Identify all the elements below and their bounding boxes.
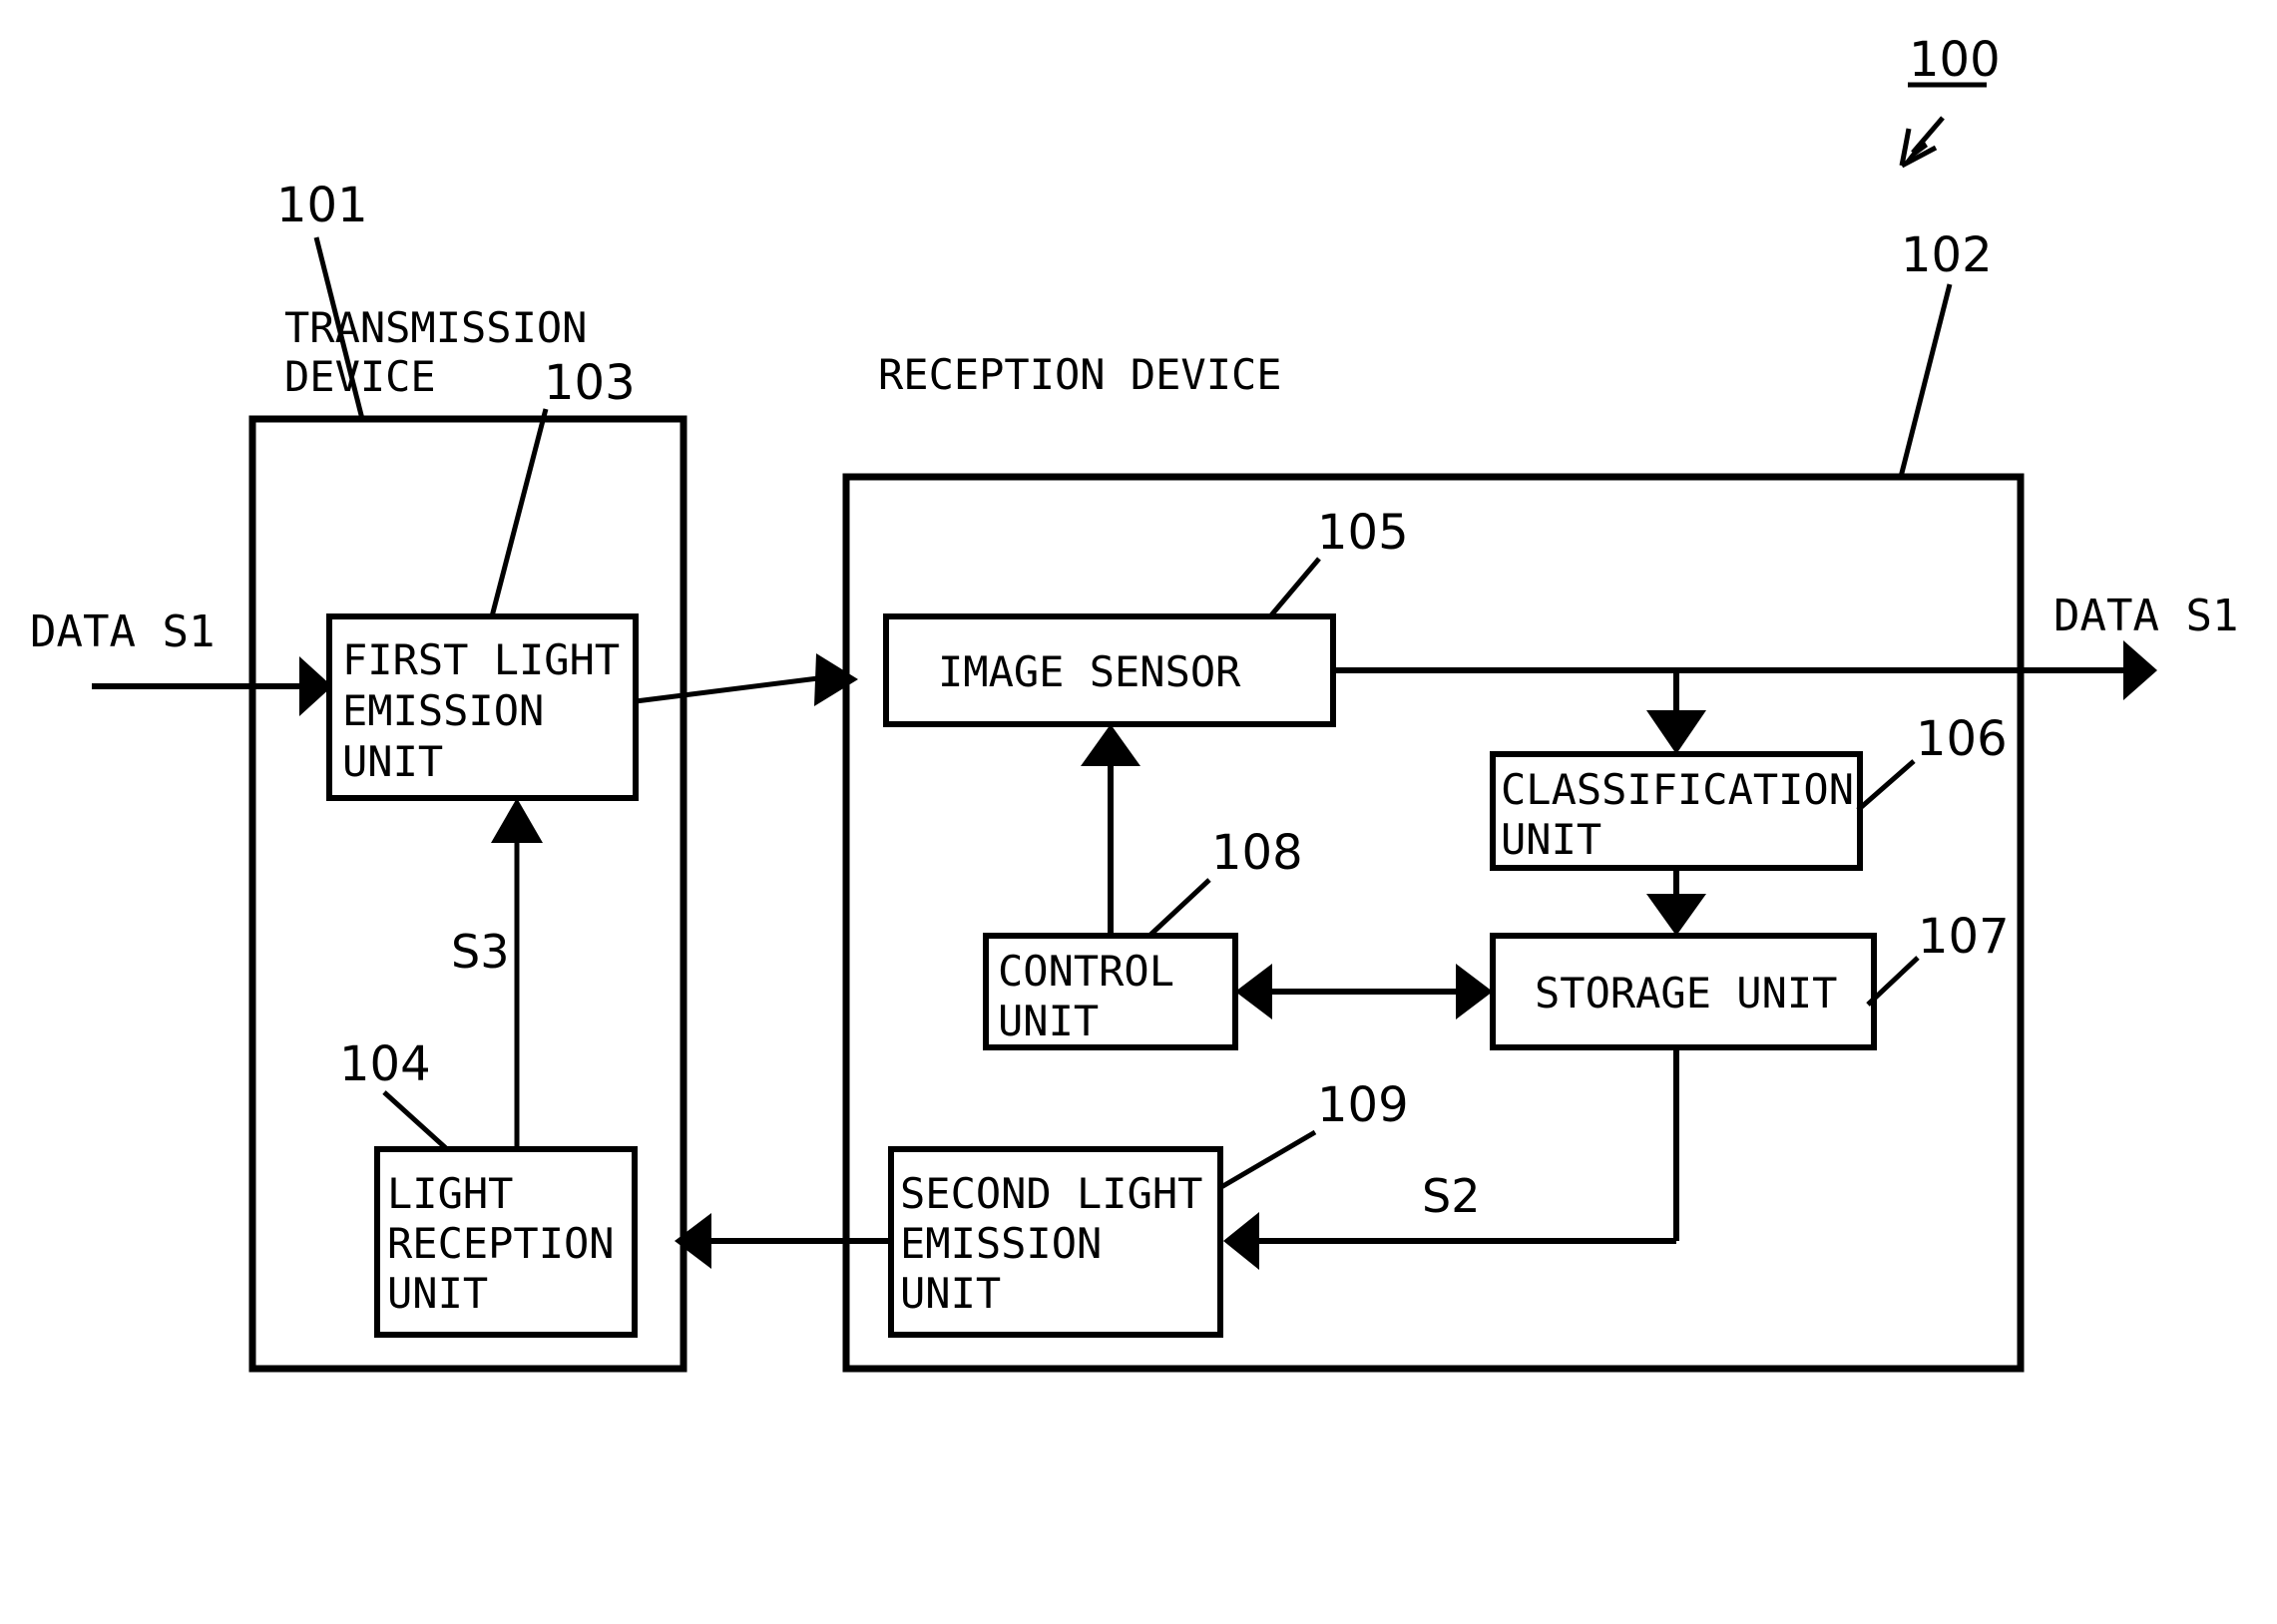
classification-to-storage-arrowhead — [1646, 894, 1706, 936]
ref-105: 105 — [1317, 505, 1409, 561]
signal-s3-label: S3 — [451, 925, 509, 979]
storage-unit-line1: STORAGE UNIT — [1535, 969, 1837, 1017]
control-storage-arrowhead-left — [1235, 964, 1272, 1019]
leader-104 — [382, 1090, 449, 1151]
emission-to-sensor-line — [635, 675, 819, 704]
signal-s2-label: S2 — [1422, 1169, 1480, 1223]
ref-107: 107 — [1918, 909, 2010, 965]
light-reception-unit-line1: LIGHT — [387, 1169, 513, 1218]
ref-108: 108 — [1211, 825, 1303, 881]
control-unit-line2: UNIT — [998, 997, 1099, 1045]
second-light-emission-unit-line2: EMISSION — [900, 1219, 1102, 1268]
control-storage-arrowhead-right — [1456, 964, 1493, 1019]
ref-106: 106 — [1916, 711, 2008, 767]
transmission-device-title-line1: TRANSMISSION — [284, 303, 587, 352]
leader-105 — [1268, 557, 1321, 618]
block-diagram-svg: 100 101 102 TRANSMISSION DEVICE RECEPTIO… — [30, 32, 2238, 1373]
first-light-emission-unit-line1: FIRST LIGHT — [342, 635, 620, 684]
storage-to-second-emission-arrowhead — [1223, 1212, 1259, 1270]
s3-arrowhead — [491, 798, 543, 843]
light-reception-unit-line3: UNIT — [387, 1269, 488, 1318]
light-reception-unit-line2: RECEPTION — [387, 1219, 615, 1268]
leader-102 — [1898, 283, 1953, 478]
control-unit-line1: CONTROL — [998, 947, 1174, 996]
leader-106 — [1856, 759, 1916, 812]
first-light-emission-unit-line2: EMISSION — [342, 686, 544, 735]
leader-108 — [1147, 878, 1211, 938]
output-data-label: DATA S1 — [2053, 591, 2238, 641]
classification-unit-line2: UNIT — [1501, 815, 1601, 864]
image-sensor-line1: IMAGE SENSOR — [938, 647, 1241, 696]
ref-109: 109 — [1317, 1077, 1409, 1133]
system-ref-label: 100 — [1909, 32, 2001, 88]
ref-101: 101 — [276, 178, 368, 233]
output-data-arrowhead — [2123, 640, 2157, 700]
input-data-label: DATA S1 — [30, 607, 215, 657]
classification-unit-line1: CLASSIFICATION — [1501, 765, 1854, 814]
second-light-emission-unit-line1: SECOND LIGHT — [900, 1169, 1202, 1218]
control-to-sensor-arrowhead — [1081, 724, 1140, 766]
ref-103: 103 — [544, 355, 636, 411]
sensor-to-classification-arrowhead — [1646, 710, 1706, 754]
leader-109 — [1219, 1129, 1317, 1190]
leader-103 — [489, 408, 549, 617]
ref-102: 102 — [1901, 227, 1993, 283]
emission-to-sensor-arrowhead — [814, 653, 858, 706]
patent-figure-canvas: 100 101 102 TRANSMISSION DEVICE RECEPTIO… — [0, 0, 2277, 1624]
second-light-emission-unit-line3: UNIT — [900, 1269, 1001, 1318]
transmission-device-title-line2: DEVICE — [284, 352, 436, 401]
ref-104: 104 — [339, 1036, 431, 1092]
reception-device-title-line1: RECEPTION DEVICE — [878, 350, 1282, 399]
first-light-emission-unit-line3: UNIT — [342, 737, 443, 786]
